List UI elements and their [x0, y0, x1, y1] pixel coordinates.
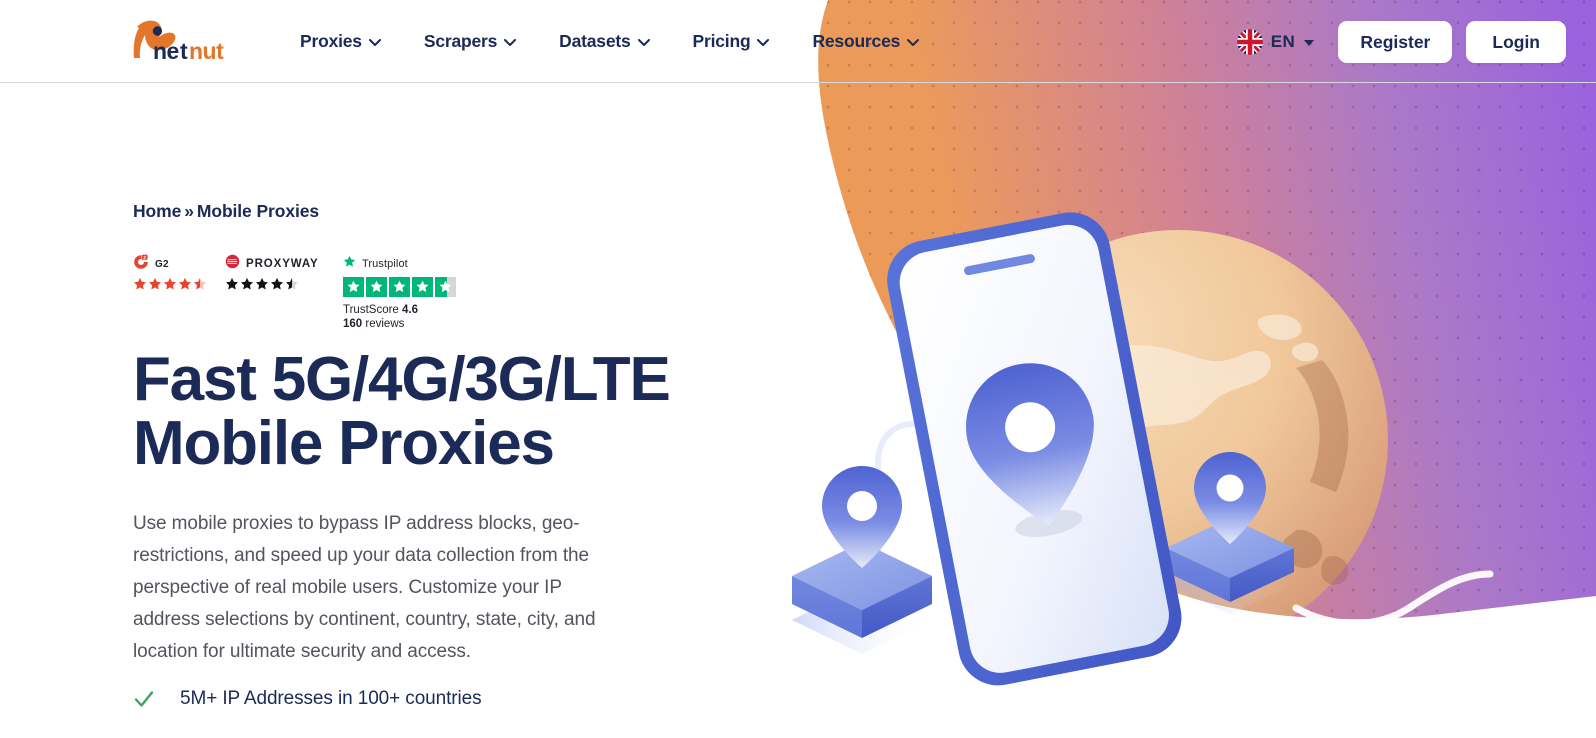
feature-label: 5M+ IP Addresses in 100+ countries	[180, 688, 482, 709]
star-icon	[163, 277, 177, 291]
trustpilot-rating-tiles	[343, 277, 463, 297]
trustscore-line: TrustScore 4.6	[343, 303, 463, 317]
g2-logo-icon: 2	[133, 254, 149, 275]
star-icon	[270, 277, 284, 291]
headline-line-1: Fast 5G/4G/3G/LTE	[133, 345, 671, 414]
nav-item-label: Pricing	[692, 31, 751, 51]
chevron-down-icon	[907, 39, 920, 46]
star-half-icon	[193, 277, 207, 291]
chevron-down-icon	[637, 39, 650, 46]
nav-item-scrapers[interactable]: Scrapers	[423, 31, 517, 52]
feature-list: 5M+ IP Addresses in 100+ countries	[133, 688, 482, 710]
trustpilot-tile	[343, 277, 364, 297]
trustpilot-header: Trustpilot	[343, 255, 463, 273]
nav-item-label: Datasets	[559, 31, 631, 51]
proxyway-logo-icon	[225, 254, 240, 274]
hero-paragraph: Use mobile proxies to bypass IP address …	[133, 513, 596, 662]
header-actions: EN Register Login	[1236, 0, 1566, 83]
breadcrumb-separator: »	[184, 201, 194, 221]
trustscore-label: TrustScore	[343, 304, 399, 316]
nav-item-pricing[interactable]: Pricing	[693, 31, 770, 52]
trustpilot-tile	[412, 277, 433, 297]
nav-item-label: Scrapers	[423, 31, 498, 51]
proxyway-stars	[225, 277, 343, 291]
svg-text:ne: ne	[153, 38, 179, 63]
reviews-label: reviews	[365, 318, 405, 331]
svg-text:nut: nut	[189, 38, 224, 63]
badge-proxyway[interactable]: PROXYWAY	[225, 254, 343, 291]
g2-label: G2	[155, 258, 169, 270]
chevron-down-icon	[504, 39, 517, 46]
proxyway-label: PROXYWAY	[246, 258, 319, 270]
check-icon	[133, 688, 155, 710]
trustscore-value: 4.6	[402, 304, 419, 316]
nav-item-proxies[interactable]: Proxies	[300, 31, 381, 52]
caret-down-icon	[1304, 39, 1315, 46]
badge-trustpilot[interactable]: Trustpilot TrustScore 4.6 160 reviews	[343, 255, 463, 332]
breadcrumb-current: Mobile Proxies	[196, 201, 319, 221]
headline-line-2: Mobile Proxies	[133, 409, 555, 479]
star-icon	[225, 277, 239, 291]
trustpilot-tile	[366, 277, 387, 297]
login-button[interactable]: Login	[1466, 20, 1566, 63]
trustpilot-score: TrustScore 4.6 160 reviews	[343, 303, 463, 332]
star-icon	[240, 277, 254, 291]
review-badges: 2 G2 PROXYWAY Trustpilot TrustScore 4.6 …	[133, 254, 463, 332]
language-code: EN	[1270, 31, 1296, 51]
reviews-line: 160 reviews	[343, 317, 463, 331]
page-title: Fast 5G/4G/3G/LTE Mobile Proxies	[133, 345, 753, 479]
trustpilot-tile	[389, 277, 410, 297]
star-icon	[255, 277, 269, 291]
trustpilot-star-icon	[343, 255, 356, 273]
g2-stars	[133, 277, 225, 291]
page-root: ne t nut Proxies Scrapers Datasets Prici…	[0, 0, 1596, 738]
main-nav: Proxies Scrapers Datasets Pricing Resour…	[300, 0, 920, 83]
chevron-down-icon	[368, 39, 381, 46]
star-half-icon	[285, 277, 299, 291]
nav-item-datasets[interactable]: Datasets	[559, 31, 650, 52]
star-icon	[148, 277, 162, 291]
chevron-down-icon	[757, 39, 770, 46]
g2-header: 2 G2	[133, 254, 225, 275]
star-icon	[133, 277, 147, 291]
breadcrumb: Home» Mobile Proxies	[133, 201, 319, 222]
nav-item-label: Proxies	[300, 31, 362, 51]
netnut-squirrel-logo[interactable]: ne t nut	[133, 18, 229, 64]
star-icon	[178, 277, 192, 291]
language-selector[interactable]: EN	[1236, 28, 1315, 55]
feature-item: 5M+ IP Addresses in 100+ countries	[133, 688, 482, 710]
nav-item-label: Resources	[812, 31, 901, 51]
reviews-count: 160	[343, 318, 363, 331]
trustpilot-tile-partial	[435, 277, 456, 297]
nav-item-resources[interactable]: Resources	[812, 31, 920, 52]
trustpilot-label: Trustpilot	[362, 258, 408, 270]
header-content: ne t nut Proxies Scrapers Datasets Prici…	[0, 0, 1596, 83]
breadcrumb-home[interactable]: Home	[133, 201, 181, 221]
mobile-proxies-illustration	[700, 0, 1596, 700]
proxyway-header: PROXYWAY	[225, 254, 343, 274]
register-button[interactable]: Register	[1338, 20, 1453, 63]
uk-flag-icon	[1236, 28, 1263, 55]
badge-g2[interactable]: 2 G2	[133, 254, 225, 291]
svg-text:t: t	[180, 38, 188, 63]
